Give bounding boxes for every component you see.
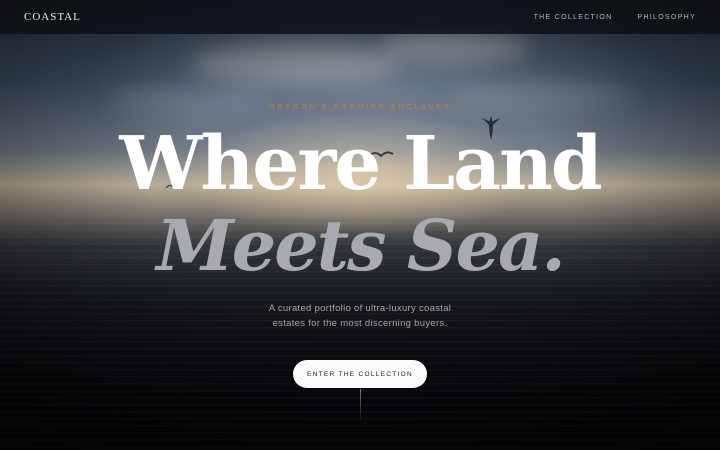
hero-eyebrow: OREGON'S PREMIER ENCLAVES — [268, 102, 452, 111]
hero-subtitle-line1: A curated portfolio of ultra-luxury coas… — [268, 303, 452, 314]
nav-link-philosophy[interactable]: PHILOSOPHY — [637, 14, 696, 21]
scroll-indicator-line — [360, 389, 361, 423]
hero-subtitle-line2: estates for the most discerning buyers. — [272, 318, 448, 329]
nav-link-collection[interactable]: THE COLLECTION — [534, 14, 613, 21]
hero-title-line2: Meets Sea. — [156, 204, 566, 287]
hero-subtitle: A curated portfolio of ultra-luxury coas… — [210, 301, 510, 331]
nav-links: THE COLLECTION PHILOSOPHY — [534, 14, 696, 21]
enter-collection-button[interactable]: ENTER THE COLLECTION — [293, 360, 427, 388]
brand-logo[interactable]: COASTAL — [24, 11, 81, 23]
top-nav: COASTAL THE COLLECTION PHILOSOPHY — [0, 0, 720, 34]
